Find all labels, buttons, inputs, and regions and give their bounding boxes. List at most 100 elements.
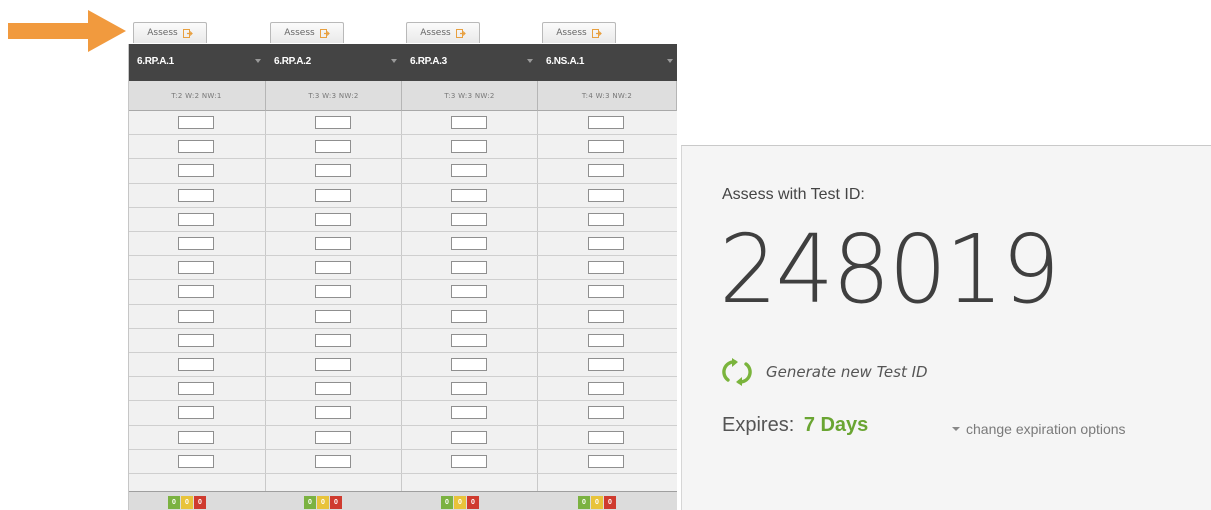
assess-button-label: Assess bbox=[420, 28, 451, 38]
score-input[interactable] bbox=[588, 358, 624, 371]
assess-button-label: Assess bbox=[556, 28, 587, 38]
score-input[interactable] bbox=[451, 213, 487, 226]
score-input[interactable] bbox=[315, 285, 351, 298]
score-input[interactable] bbox=[315, 431, 351, 444]
standard-subheader: T:3 W:3 NW:2 bbox=[402, 81, 538, 111]
score-input[interactable] bbox=[451, 164, 487, 177]
score-badge-green: 0 bbox=[578, 496, 590, 509]
score-input[interactable] bbox=[178, 455, 214, 468]
score-input[interactable] bbox=[451, 237, 487, 250]
score-input[interactable] bbox=[315, 213, 351, 226]
row-divider bbox=[128, 183, 677, 184]
score-input[interactable] bbox=[588, 334, 624, 347]
panel-title: Assess with Test ID: bbox=[722, 186, 865, 203]
score-input[interactable] bbox=[451, 310, 487, 323]
score-input[interactable] bbox=[178, 285, 214, 298]
standard-column-header[interactable]: 6.RP.A.2 bbox=[265, 44, 401, 81]
score-input[interactable] bbox=[588, 164, 624, 177]
score-input[interactable] bbox=[451, 431, 487, 444]
row-divider bbox=[128, 255, 677, 256]
generate-test-id-label: Generate new Test ID bbox=[766, 363, 928, 381]
row-divider bbox=[128, 376, 677, 377]
change-expiration-dropdown[interactable]: change expiration options bbox=[952, 421, 1126, 437]
score-input[interactable] bbox=[588, 213, 624, 226]
score-input[interactable] bbox=[315, 189, 351, 202]
expires-label: Expires: bbox=[722, 414, 795, 436]
score-input[interactable] bbox=[178, 164, 214, 177]
score-input[interactable] bbox=[451, 116, 487, 129]
score-input[interactable] bbox=[315, 237, 351, 250]
score-input[interactable] bbox=[451, 455, 487, 468]
standard-column-header[interactable]: 6.RP.A.3 bbox=[401, 44, 537, 81]
assess-button[interactable]: Assess bbox=[270, 22, 344, 43]
score-input[interactable] bbox=[451, 406, 487, 419]
score-input[interactable] bbox=[588, 237, 624, 250]
score-input[interactable] bbox=[315, 358, 351, 371]
export-icon bbox=[455, 28, 466, 38]
score-input[interactable] bbox=[451, 189, 487, 202]
score-badges: 0 0 0 bbox=[441, 496, 479, 509]
score-input[interactable] bbox=[588, 140, 624, 153]
score-input[interactable] bbox=[588, 261, 624, 274]
score-input[interactable] bbox=[178, 213, 214, 226]
score-input[interactable] bbox=[588, 382, 624, 395]
score-input[interactable] bbox=[178, 431, 214, 444]
score-input[interactable] bbox=[588, 189, 624, 202]
assess-button[interactable]: Assess bbox=[133, 22, 207, 43]
row-divider bbox=[128, 425, 677, 426]
score-input[interactable] bbox=[178, 189, 214, 202]
score-badge-red: 0 bbox=[604, 496, 616, 509]
standard-code: 6.NS.A.1 bbox=[546, 56, 585, 67]
caret-down-icon bbox=[527, 59, 533, 63]
standard-code: 6.RP.A.2 bbox=[274, 56, 311, 67]
score-input[interactable] bbox=[178, 310, 214, 323]
score-badge-yellow: 0 bbox=[181, 496, 193, 509]
score-input[interactable] bbox=[178, 358, 214, 371]
score-input[interactable] bbox=[178, 237, 214, 250]
score-input[interactable] bbox=[451, 140, 487, 153]
score-badge-yellow: 0 bbox=[591, 496, 603, 509]
score-input[interactable] bbox=[178, 140, 214, 153]
assess-button[interactable]: Assess bbox=[542, 22, 616, 43]
generate-test-id-button[interactable]: Generate new Test ID bbox=[722, 358, 928, 386]
standard-column-header[interactable]: 6.RP.A.1 bbox=[128, 44, 265, 81]
row-divider bbox=[128, 134, 677, 135]
score-input[interactable] bbox=[315, 310, 351, 323]
score-input[interactable] bbox=[451, 261, 487, 274]
score-input[interactable] bbox=[588, 431, 624, 444]
score-input[interactable] bbox=[178, 382, 214, 395]
arrow-right-icon bbox=[8, 10, 126, 52]
export-icon bbox=[591, 28, 602, 38]
score-input[interactable] bbox=[588, 455, 624, 468]
score-input[interactable] bbox=[315, 261, 351, 274]
export-icon bbox=[182, 28, 193, 38]
expires-row: Expires: 7 Days bbox=[722, 414, 868, 437]
expires-value: 7 Days bbox=[803, 414, 869, 436]
score-input[interactable] bbox=[315, 455, 351, 468]
standard-code: 6.RP.A.1 bbox=[137, 56, 174, 67]
score-input[interactable] bbox=[178, 116, 214, 129]
score-input[interactable] bbox=[451, 382, 487, 395]
score-input[interactable] bbox=[451, 285, 487, 298]
score-input[interactable] bbox=[588, 406, 624, 419]
score-input[interactable] bbox=[451, 334, 487, 347]
standard-column-header[interactable]: 6.NS.A.1 bbox=[537, 44, 677, 81]
score-input[interactable] bbox=[315, 164, 351, 177]
score-input[interactable] bbox=[451, 358, 487, 371]
score-input[interactable] bbox=[178, 261, 214, 274]
assess-button[interactable]: Assess bbox=[406, 22, 480, 43]
score-input[interactable] bbox=[315, 116, 351, 129]
score-input[interactable] bbox=[315, 406, 351, 419]
score-input[interactable] bbox=[315, 382, 351, 395]
score-input[interactable] bbox=[588, 285, 624, 298]
row-divider bbox=[128, 449, 677, 450]
column-divider bbox=[265, 111, 266, 510]
score-input[interactable] bbox=[315, 140, 351, 153]
score-input[interactable] bbox=[315, 334, 351, 347]
score-input[interactable] bbox=[588, 310, 624, 323]
score-input[interactable] bbox=[588, 116, 624, 129]
score-input[interactable] bbox=[178, 334, 214, 347]
score-input[interactable] bbox=[178, 406, 214, 419]
score-badges: 0 0 0 bbox=[304, 496, 342, 509]
row-divider bbox=[128, 304, 677, 305]
